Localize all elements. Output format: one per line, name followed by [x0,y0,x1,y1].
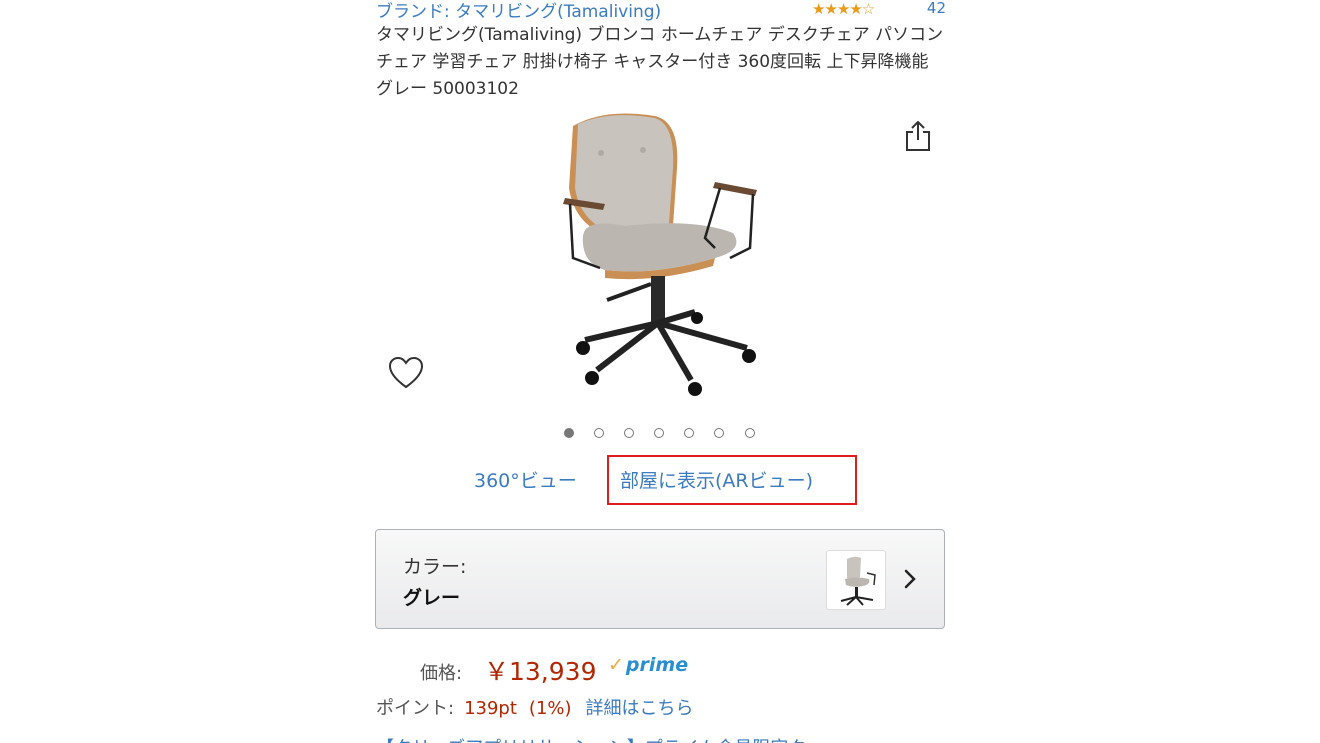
gallery-dot[interactable] [744,428,755,438]
prime-label: prime [625,654,689,676]
partial-promo-row[interactable]: 【タリーズアプリリサーション】プライム会員限定ク [376,734,806,743]
points-row: ポイント: 139pt (1%) 詳細はこちら [376,694,694,720]
heart-icon[interactable] [388,356,424,390]
product-image[interactable] [545,108,785,408]
product-page: ブランド: タマリビング(Tamaliving) ★★★★☆ 42 タマリビング… [0,0,1320,743]
prime-check-icon: ✓ [608,654,624,676]
gallery-dot[interactable] [564,428,574,438]
product-title: タマリビング(Tamaliving) ブロンコ ホームチェア デスクチェア パソ… [376,25,944,99]
gallery-dot[interactable] [594,428,605,438]
price-label: 価格: [420,663,463,684]
gallery-dot[interactable] [654,428,665,438]
price-value: ￥13,939 [484,657,597,686]
color-label: カラー: [403,556,467,578]
points-details-link[interactable]: 詳細はこちら [586,698,694,719]
gallery-dot[interactable] [624,428,635,438]
points-value: 139pt [464,698,517,719]
brand-row: ブランド: タマリビング(Tamaliving) ★★★★☆ 42 [376,0,946,22]
color-thumbnail [826,550,886,610]
color-selector[interactable]: カラー: グレー [375,529,945,629]
rating-count-link[interactable]: 42 [927,0,946,17]
points-label: ポイント: [376,698,455,719]
brand-link[interactable]: ブランド: タマリビング(Tamaliving) [376,0,661,22]
points-percent: (1%) [528,698,572,719]
gallery-dot[interactable] [684,428,695,438]
ar-view-link[interactable]: 部屋に表示(ARビュー) [620,466,813,493]
prime-badge: ✓ prime [608,654,688,676]
share-icon[interactable] [904,120,932,152]
gallery-dots[interactable] [564,428,770,442]
chevron-right-icon [904,569,916,589]
rating-stars-icon[interactable]: ★★★★☆ [812,0,875,18]
gallery-dot[interactable] [714,428,725,438]
view-360-link[interactable]: 360°ビュー [474,466,577,493]
color-value: グレー [403,587,461,609]
